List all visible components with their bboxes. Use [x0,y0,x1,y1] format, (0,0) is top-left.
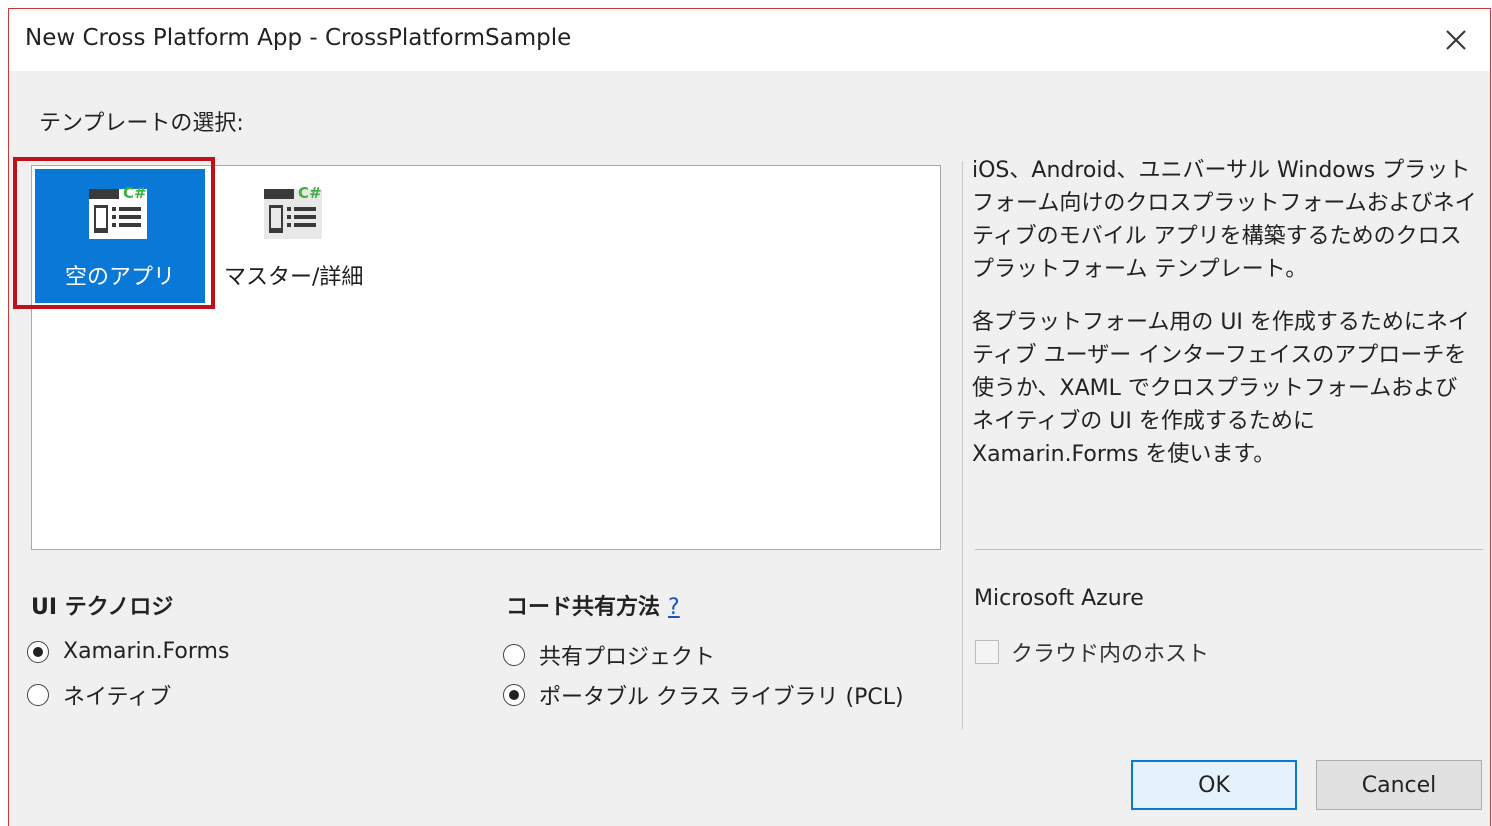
template-name: マスター/詳細 [224,265,364,290]
dialog-title: New Cross Platform App - CrossPlatformSa… [25,25,572,51]
description-paragraph-2: 各プラットフォーム用の UI を作成するためにネイティブ ユーザー インターフェ… [972,310,1470,467]
master-detail-csharp-icon: C# [260,181,330,243]
template-select-label: テンプレートの選択: [39,111,244,136]
azure-heading: Microsoft Azure [974,586,1144,611]
template-description: iOS、Android、ユニバーサル Windows プラットフォーム向けのクロ… [972,154,1477,491]
cancel-button[interactable]: Cancel [1316,760,1482,810]
radio-button[interactable] [27,684,49,706]
host-in-cloud-option[interactable]: クラウド内のホスト [975,636,1209,668]
close-icon [1446,30,1466,50]
radio-label: 共有プロジェクト [539,645,716,670]
template-list: C# 空のアプリ C# マスター/詳細 [31,165,941,550]
radio-button[interactable] [27,640,49,663]
checkbox-label: クラウド内のホスト [1011,642,1210,667]
host-in-cloud-checkbox[interactable] [975,640,999,664]
radio-button[interactable] [503,684,525,706]
close-button[interactable] [1436,21,1476,59]
radio-label: ポータブル クラス ライブラリ (PCL) [539,685,904,710]
blank-app-csharp-icon: C# [85,181,155,243]
radio-pcl[interactable]: ポータブル クラス ライブラリ (PCL) [503,679,904,711]
code-sharing-heading: コード共有方法? [506,589,680,621]
template-blank-app[interactable]: C# 空のアプリ [35,169,205,303]
ui-technology-heading: UI テクノロジ [31,595,174,620]
template-name: 空のアプリ [64,265,175,290]
title-bar: New Cross Platform App - CrossPlatformSa… [9,9,1490,71]
svg-text:C#: C# [123,184,147,202]
radio-label: Xamarin.Forms [63,639,230,664]
ok-button[interactable]: OK [1131,760,1297,810]
template-master-detail[interactable]: C# マスター/詳細 [220,169,390,303]
new-cross-platform-app-dialog: New Cross Platform App - CrossPlatformSa… [8,8,1491,826]
radio-button[interactable] [503,644,525,666]
code-sharing-heading-text: コード共有方法 [506,595,661,620]
horizontal-divider [975,549,1483,550]
radio-xamarin-forms[interactable]: Xamarin.Forms [27,639,229,664]
description-paragraph-1: iOS、Android、ユニバーサル Windows プラットフォーム向けのクロ… [972,158,1477,282]
help-link[interactable]: ? [668,595,680,620]
radio-shared-project[interactable]: 共有プロジェクト [503,639,715,671]
radio-native[interactable]: ネイティブ [27,679,171,711]
radio-label: ネイティブ [63,685,172,710]
vertical-divider [962,161,963,729]
svg-text:C#: C# [298,184,322,202]
